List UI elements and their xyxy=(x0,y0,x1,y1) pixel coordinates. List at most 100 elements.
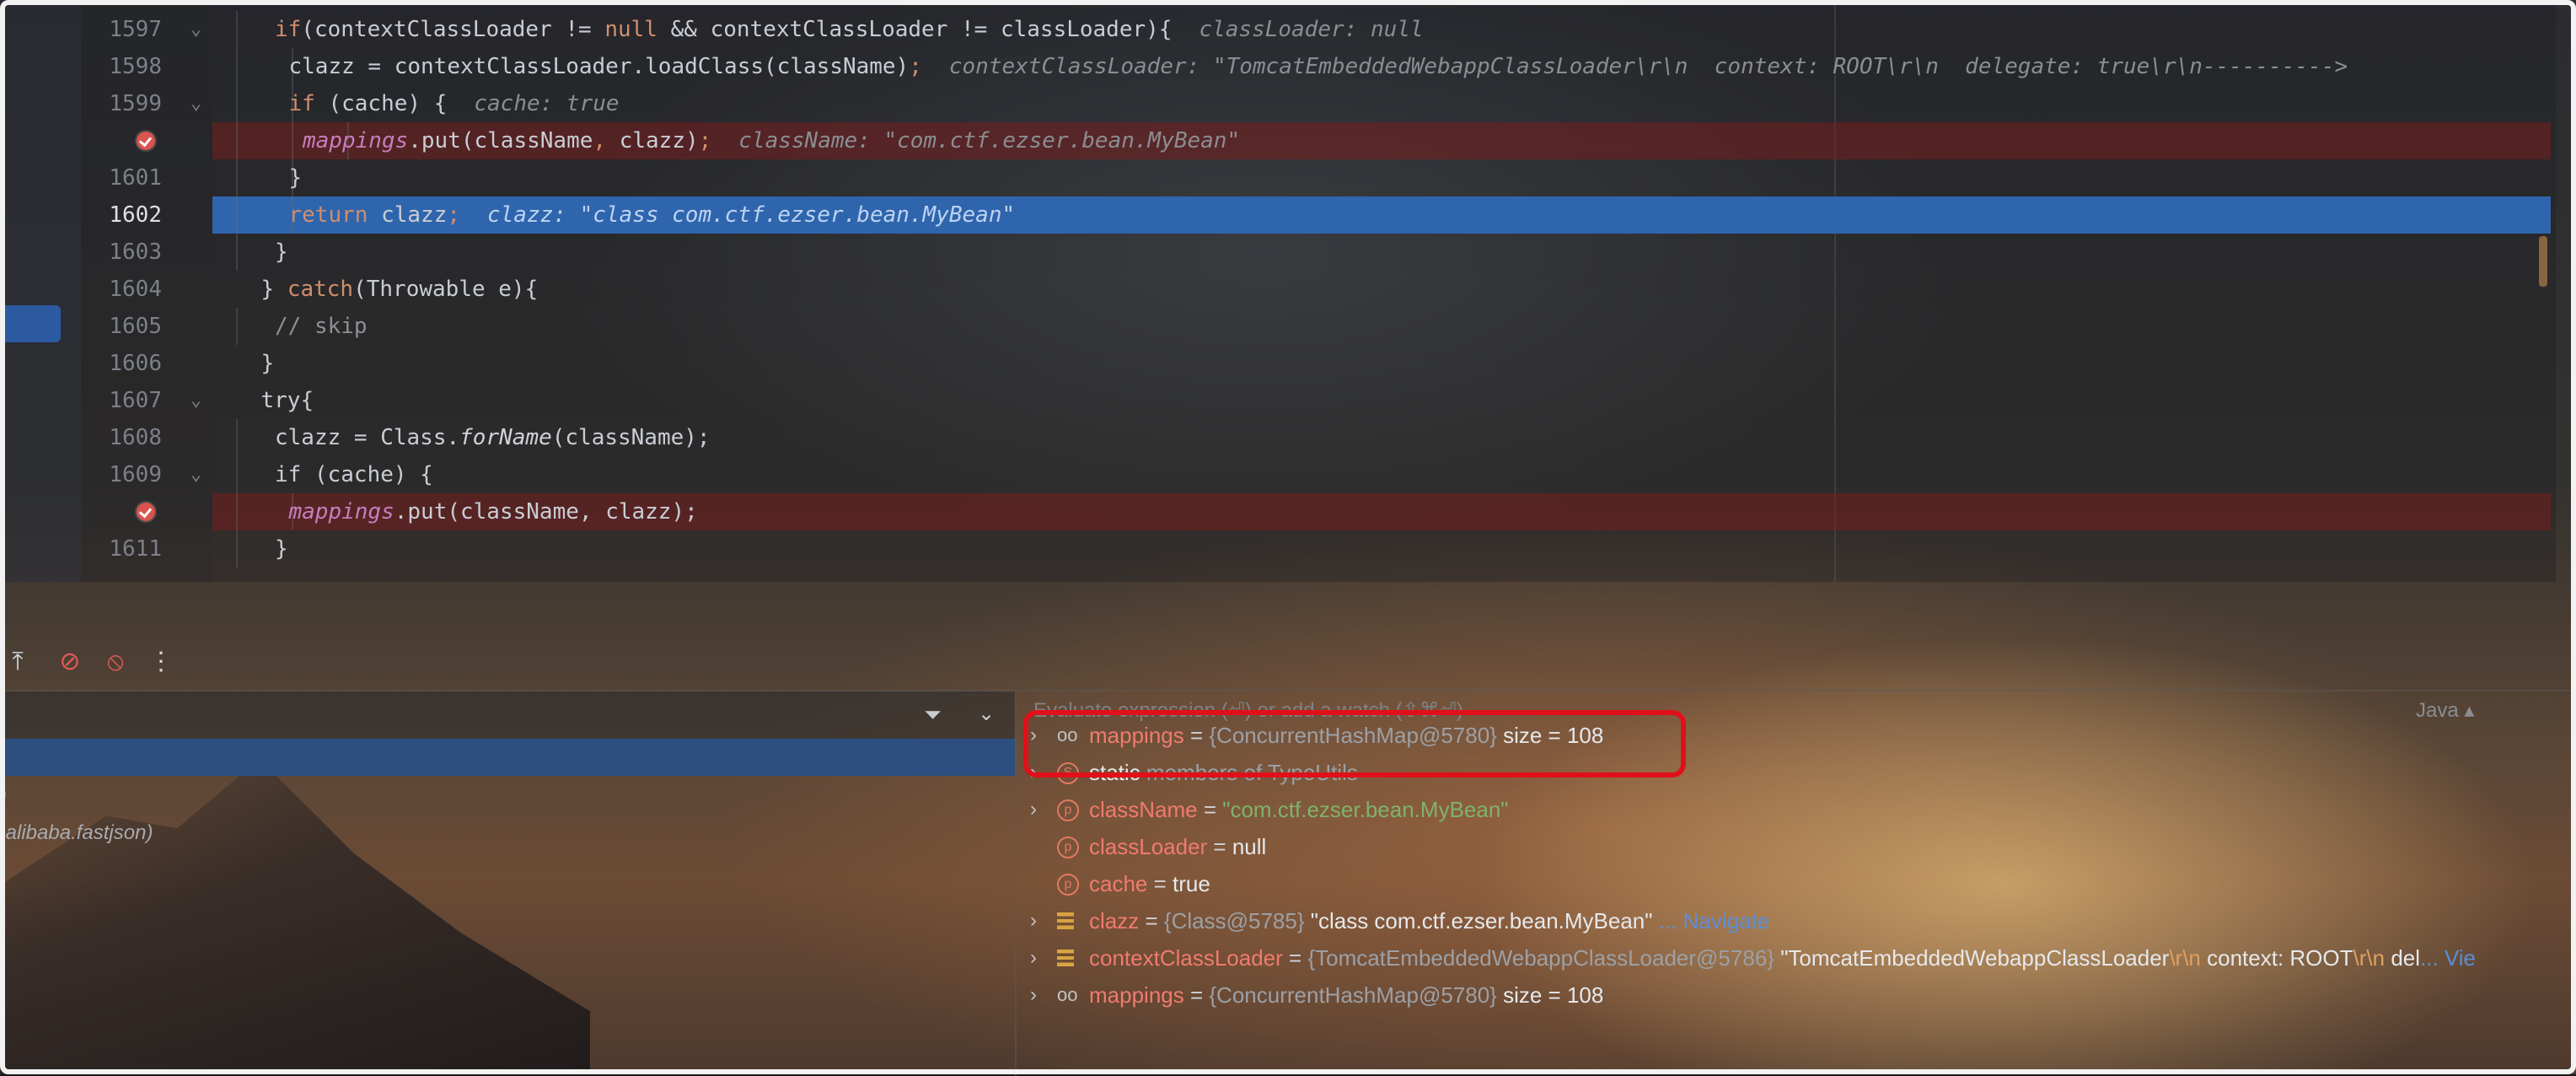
code-text: } xyxy=(275,530,288,568)
code-line[interactable]: 1609 ⌄ if (cache) { xyxy=(81,456,2551,493)
line-background xyxy=(212,234,2551,271)
code-line[interactable]: 1611} xyxy=(81,530,2551,568)
field-icon xyxy=(1057,950,1074,966)
line-number[interactable]: 1602 xyxy=(81,196,162,234)
code-line[interactable]: mappings.put(className, clazz); className… xyxy=(81,122,2551,159)
code-line[interactable]: 1606} xyxy=(81,345,2551,382)
fold-chevron-icon[interactable]: ⌄ xyxy=(191,85,201,122)
code-text: try{ xyxy=(261,382,314,419)
code-line[interactable]: 1597 ⌄ if(contextClassLoader != null && co… xyxy=(81,11,2551,48)
line-number[interactable]: 1603 xyxy=(81,234,162,271)
indent-guide xyxy=(236,308,238,345)
variable-text: classLoader = null xyxy=(1089,828,1266,865)
code-line[interactable]: 1602 return clazz; clazz: "class com.ctf.e… xyxy=(81,196,2551,234)
breakpoint-icon[interactable] xyxy=(137,503,155,521)
more-icon[interactable]: ⋮ xyxy=(143,644,179,680)
line-number[interactable]: 1609 xyxy=(81,456,162,493)
expand-chevron-icon[interactable]: › xyxy=(1030,939,1037,976)
line-number[interactable]: 1599 xyxy=(81,85,162,122)
field-icon xyxy=(1057,912,1074,929)
indent-guide xyxy=(236,159,238,196)
inline-debug-value: classLoader: null xyxy=(1199,17,1424,42)
code-text: if (cache) { xyxy=(275,456,433,493)
fold-chevron-icon[interactable]: ⌄ xyxy=(191,382,201,419)
code-line[interactable]: 1599 ⌄ if (cache) {cache: true xyxy=(81,85,2551,122)
export-icon[interactable]: ⤒ xyxy=(0,644,35,680)
code-line[interactable]: 1603} xyxy=(81,234,2551,271)
sidebar-selected-item[interactable] xyxy=(0,305,61,342)
code-line[interactable]: 1605 // skip xyxy=(81,308,2551,345)
equals-sign: = xyxy=(1282,945,1308,971)
variable-row[interactable]: p classLoader = null xyxy=(1017,828,2576,865)
variable-value: context: ROOT xyxy=(2200,945,2353,971)
fold-chevron-icon[interactable]: ⌄ xyxy=(191,456,201,493)
variable-row[interactable]: › p className = "com.ctf.ezser.bean.MyBean… xyxy=(1017,791,2576,828)
code-token: (cache) { xyxy=(314,91,448,116)
variable-name: contextClassLoader xyxy=(1089,945,1283,971)
code-line[interactable]: 1601} xyxy=(81,159,2551,196)
indent-guide xyxy=(236,493,238,530)
code-token: forName xyxy=(459,425,552,450)
frame-row[interactable]: ) xyxy=(0,777,7,815)
code-text: if(contextClassLoader != null && context… xyxy=(275,11,1424,48)
chevron-down-icon[interactable]: ⌄ xyxy=(978,702,995,726)
indent-guide xyxy=(236,456,238,493)
expand-chevron-icon[interactable]: › xyxy=(1030,976,1037,1014)
line-number[interactable]: 1605 xyxy=(81,308,162,345)
variable-name: className xyxy=(1089,797,1198,822)
project-sidebar-strip xyxy=(0,0,81,582)
inline-debug-value: cache: true xyxy=(474,91,620,116)
code-token: ; xyxy=(909,54,922,79)
variable-text: contextClassLoader = {TomcatEmbeddedWeba… xyxy=(1089,939,2476,976)
line-background xyxy=(212,345,2551,382)
variable-row[interactable]: › oo mappings = {ConcurrentHashMap@5780} s… xyxy=(1017,976,2576,1014)
navigate-link[interactable]: ... Navigate xyxy=(1652,908,1770,933)
variable-type: {Class@5785} xyxy=(1163,908,1305,933)
code-editor[interactable]: 1597 ⌄ if(contextClassLoader != null && co… xyxy=(0,0,2576,582)
code-token: .put(className, clazz); xyxy=(394,499,698,525)
navigate-link[interactable]: ... Vie xyxy=(2420,945,2476,971)
variable-name: mappings xyxy=(1089,982,1184,1008)
code-token: (Throwable e){ xyxy=(353,277,539,302)
line-number[interactable]: 1611 xyxy=(81,530,162,568)
variable-row[interactable]: p cache = true xyxy=(1017,865,2576,902)
code-line[interactable]: mappings.put(className, clazz); xyxy=(81,493,2551,530)
code-token: if (cache) { xyxy=(275,462,433,487)
line-number[interactable]: 1607 xyxy=(81,382,162,419)
watch-glasses-icon: oo xyxy=(1057,984,1078,1005)
mute-breakpoints-icon[interactable]: ⊘ xyxy=(52,644,88,680)
code-token: (className); xyxy=(551,425,711,450)
variable-extra: size = 108 xyxy=(1496,982,1604,1008)
line-number[interactable]: 1601 xyxy=(81,159,162,196)
line-number[interactable]: 1608 xyxy=(81,419,162,456)
code-line[interactable]: 1598 clazz = contextClassLoader.loadClass… xyxy=(81,48,2551,85)
code-text: mappings.put(className, clazz); xyxy=(289,493,698,530)
variable-text: mappings = {ConcurrentHashMap@5780} size… xyxy=(1089,976,1603,1014)
code-line[interactable]: 1604} catch(Throwable e){ xyxy=(81,271,2551,308)
code-token: try{ xyxy=(260,388,314,413)
breakpoint-icon[interactable] xyxy=(137,132,155,150)
inline-debug-value: clazz: "class com.ctf.ezser.bean.MyBean" xyxy=(487,202,1016,228)
expand-chevron-icon[interactable]: › xyxy=(1030,902,1037,939)
code-line[interactable]: 1607 ⌄ try{ xyxy=(81,382,2551,419)
fold-chevron-icon[interactable]: ⌄ xyxy=(191,11,201,48)
code-token: mappings xyxy=(303,128,409,153)
frame-row[interactable]: .alibaba.fastjson) xyxy=(0,815,153,852)
clear-breakpoints-icon[interactable]: ⦸ xyxy=(98,644,133,680)
line-number[interactable]: 1597 xyxy=(81,11,162,48)
code-text: // skip xyxy=(275,308,368,345)
variable-row[interactable]: › contextClassLoader = {TomcatEmbeddedWeb… xyxy=(1017,939,2576,976)
line-number[interactable]: 1604 xyxy=(81,271,162,308)
line-number[interactable]: 1598 xyxy=(81,48,162,85)
selected-frame-row[interactable] xyxy=(0,739,1015,776)
variable-text: clazz = {Class@5785} "class com.ctf.ezse… xyxy=(1089,902,1769,939)
line-number[interactable]: 1606 xyxy=(81,345,162,382)
code-text: } xyxy=(275,234,288,271)
code-token: clazz xyxy=(368,202,448,228)
equals-sign: = xyxy=(1197,797,1223,822)
code-line[interactable]: 1608 clazz = Class.forName(className); xyxy=(81,419,2551,456)
filter-icon[interactable]: ⏷ xyxy=(924,702,942,729)
variable-row[interactable]: › clazz = {Class@5785} "class com.ctf.ezs… xyxy=(1017,902,2576,939)
expand-chevron-icon[interactable]: › xyxy=(1030,791,1037,828)
indent-guide xyxy=(236,11,238,48)
